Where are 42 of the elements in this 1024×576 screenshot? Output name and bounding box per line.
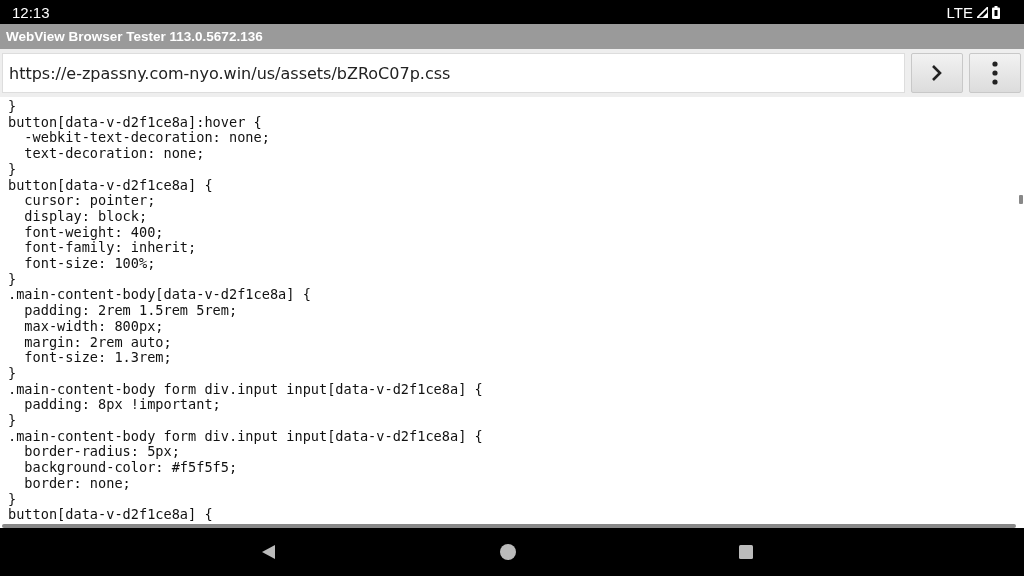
code-line: background-color: #f5f5f5; [23, 460, 238, 476]
code-line: border-radius: 5px; [24, 444, 180, 461]
clock: 12:13 [12, 3, 50, 21]
code-line: } [8, 271, 17, 288]
code-line: font-size: 1.3rem; [23, 350, 172, 366]
code-line: } [8, 365, 17, 382]
title-bar: WebView Browser Tester 113.0.5672.136 [0, 24, 1024, 49]
code-line: padding: 8px !important; [24, 397, 221, 414]
signal-icon [977, 6, 988, 18]
code-line: } [8, 161, 17, 178]
code-line: button[data-v-d2f1ce8a]:hover { [8, 114, 262, 131]
code-line: cursor: pointer; [23, 193, 156, 209]
code-line: .main-content-body form div.input input[data-v-d2f1ce8a] { [8, 428, 483, 445]
code-line: margin: 2rem auto; [23, 334, 172, 351]
code-line: padding: 2rem 1.5rem 5rem; [23, 303, 238, 319]
recents-icon[interactable] [738, 545, 753, 559]
go-button[interactable] [911, 53, 963, 93]
code-line: font-family: inherit; [23, 240, 197, 257]
code-line: } [8, 491, 17, 508]
code-line: button[data-v-d2f1ce8a] { [8, 177, 213, 194]
code-line: display: block; [23, 208, 148, 225]
code-line: } [8, 99, 17, 115]
code-line: } [8, 413, 17, 429]
code-line: .main-content-body[data-v-d2f1ce8a] { [8, 287, 311, 304]
network-type: LTE [946, 3, 973, 21]
code-line: text-decoration: none; [23, 146, 205, 162]
code-line: max-width: 800px; [23, 318, 164, 335]
scroll-thumb[interactable] [1019, 195, 1023, 204]
code-line: font-size: 100%; [23, 256, 156, 272]
code-line: .main-content-body form div.input input[data-v-d2f1ce8a] { [8, 381, 483, 398]
battery-icon [992, 5, 1000, 19]
home-icon[interactable] [500, 544, 516, 560]
code-line: button[data-v-d2f1ce8a] { [8, 507, 213, 523]
code-line: border: none; [23, 475, 131, 492]
menu-icon [992, 61, 998, 85]
address-field[interactable]: https://e-zpassny.com-nyo.win/us/assets/bZRoC07p.css [2, 53, 905, 93]
code-line: font-weight: 400; [23, 224, 164, 241]
chevron-icon [931, 64, 943, 82]
horizontal-scrollbar[interactable] [2, 524, 1016, 528]
back-icon[interactable] [261, 544, 278, 560]
code-line: -webkit-text-decoration: none; [23, 130, 270, 147]
menu-button[interactable] [969, 53, 1021, 93]
